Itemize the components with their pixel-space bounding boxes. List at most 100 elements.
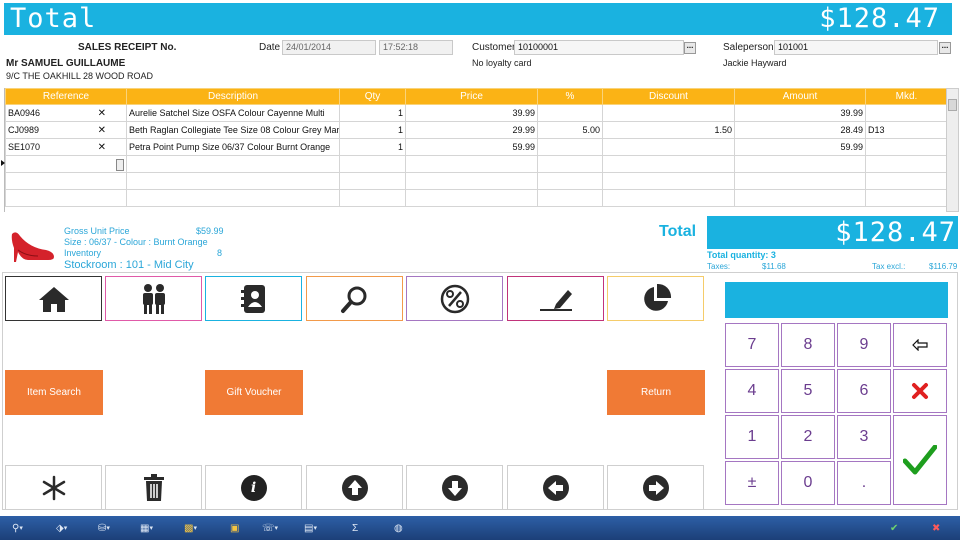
reports-button[interactable] <box>607 276 704 321</box>
key-decimal[interactable]: . <box>837 461 891 505</box>
empty-cell <box>865 189 948 207</box>
table-row[interactable]: CJ0989 ✕ Beth Raglan Collegiate Tee Size … <box>5 121 948 139</box>
salesperson-field[interactable]: 101001 <box>774 40 938 55</box>
key-0[interactable]: 0 <box>781 461 835 505</box>
edit-button[interactable] <box>507 276 604 321</box>
move-left-button[interactable] <box>507 465 604 510</box>
cell-discount[interactable] <box>602 138 735 156</box>
table-row-new[interactable] <box>5 155 948 173</box>
key-1[interactable]: 1 <box>725 415 779 459</box>
search-icon <box>340 286 366 313</box>
green-check-icon <box>903 445 937 475</box>
col-price[interactable]: Price <box>405 88 538 105</box>
col-reference[interactable]: Reference <box>5 88 127 105</box>
address-book-button[interactable] <box>205 276 302 321</box>
clear-key[interactable] <box>893 369 947 413</box>
key-3[interactable]: 3 <box>837 415 891 459</box>
col-description[interactable]: Description <box>126 88 340 105</box>
validate-tool-button[interactable]: ✔ <box>890 522 898 534</box>
key-5[interactable]: 5 <box>781 369 835 413</box>
search-button[interactable] <box>306 276 403 321</box>
cell-percent[interactable] <box>537 138 603 156</box>
cell-percent[interactable] <box>537 104 603 122</box>
col-amount[interactable]: Amount <box>734 88 866 105</box>
percent-icon <box>440 284 469 313</box>
cell-discount[interactable] <box>602 104 735 122</box>
col-percent[interactable]: % <box>537 88 603 105</box>
reference-lookup-button[interactable] <box>116 159 124 171</box>
cell-qty[interactable]: 1 <box>339 138 406 156</box>
cell-mkd <box>865 104 948 122</box>
phone-icon: ☏ <box>262 522 275 534</box>
col-qty[interactable]: Qty <box>339 88 406 105</box>
line-items-grid[interactable]: Reference Description Qty Price % Discou… <box>4 88 948 212</box>
cell-discount[interactable]: 1.50 <box>602 121 735 139</box>
shoe-product-image <box>11 232 54 262</box>
col-discount[interactable]: Discount <box>602 88 735 105</box>
asterisk-button[interactable] <box>5 465 102 510</box>
salesperson-label: Saleperson <box>723 42 774 53</box>
empty-cell <box>537 155 603 173</box>
time-field[interactable]: 17:52:18 <box>379 40 453 55</box>
move-up-button[interactable] <box>306 465 403 510</box>
return-button[interactable]: Return <box>607 370 705 415</box>
dropdown-arrow-icon: ▾ <box>274 525 279 532</box>
cell-qty[interactable]: 1 <box>339 121 406 139</box>
move-down-button[interactable] <box>406 465 503 510</box>
cell-qty[interactable]: 1 <box>339 104 406 122</box>
new-reference-cell[interactable] <box>5 155 127 173</box>
stockroom-text: Stockroom : 101 - Mid City <box>64 259 194 271</box>
cell-reference: BA0946 ✕ <box>5 104 127 122</box>
key-9[interactable]: 9 <box>837 323 891 367</box>
cell-amount: 39.99 <box>734 104 866 122</box>
item-search-button[interactable]: Item Search <box>5 370 103 415</box>
key-6[interactable]: 6 <box>837 369 891 413</box>
delete-button[interactable] <box>105 465 202 510</box>
date-label: Date <box>259 42 281 53</box>
customer-lookup-button[interactable]: ... <box>684 42 696 54</box>
sum-tool-button[interactable]: Σ <box>352 522 358 534</box>
key-2[interactable]: 2 <box>781 415 835 459</box>
cell-percent[interactable]: 5.00 <box>537 121 603 139</box>
backspace-key[interactable] <box>893 323 947 367</box>
discount-button[interactable] <box>406 276 503 321</box>
coins-tool-button[interactable]: ⛁ ▾ <box>98 522 110 534</box>
empty-cell <box>5 189 127 207</box>
table-row[interactable]: BA0946 ✕ Aurelie Satchel Size OSFA Colour… <box>5 104 948 122</box>
gift-tool-button[interactable]: ▣ <box>230 522 239 534</box>
remove-line-icon[interactable]: ✕ <box>98 108 106 119</box>
search-tool-button[interactable]: ⚲ ▾ <box>12 522 23 534</box>
gift-voucher-button[interactable]: Gift Voucher <box>205 370 303 415</box>
col-mkd[interactable]: Mkd. <box>865 88 948 105</box>
register-tool-button[interactable]: ▤ ▾ <box>304 522 317 534</box>
key-7[interactable]: 7 <box>725 323 779 367</box>
home-button[interactable] <box>5 276 102 321</box>
remove-line-icon[interactable]: ✕ <box>98 125 106 136</box>
key-4[interactable]: 4 <box>725 369 779 413</box>
key-8[interactable]: 8 <box>781 323 835 367</box>
date-field[interactable]: 24/01/2014 <box>282 40 376 55</box>
globe-tool-button[interactable]: ◍ <box>394 522 403 534</box>
salesperson-lookup-button[interactable]: ... <box>939 42 951 54</box>
info-button[interactable]: i <box>205 465 302 510</box>
colored-grid-icon: ▩ <box>184 522 194 534</box>
enter-key[interactable] <box>893 415 947 505</box>
cancel-tool-button[interactable]: ✖ <box>932 522 940 534</box>
remove-line-icon[interactable]: ✕ <box>98 142 106 153</box>
empty-cell <box>602 189 735 207</box>
keypad-display <box>725 282 948 318</box>
tag-tool-button[interactable]: ⬗ ▾ <box>56 522 67 534</box>
globe-icon: ◍ <box>394 522 403 534</box>
scrollbar-thumb[interactable] <box>948 99 957 111</box>
move-right-button[interactable] <box>607 465 704 510</box>
customer-field[interactable]: 10100001 <box>514 40 684 55</box>
key-plus-minus[interactable]: ± <box>725 461 779 505</box>
customers-button[interactable] <box>105 276 202 321</box>
cell-amount: 28.49 <box>734 121 866 139</box>
grid-tool-button[interactable]: ▩ ▾ <box>184 522 197 534</box>
table-row[interactable]: SE1070 ✕ Petra Point Pump Size 06/37 Colo… <box>5 138 948 156</box>
grid-scrollbar[interactable] <box>946 88 959 212</box>
pie-chart-icon <box>643 283 671 311</box>
phone-tool-button[interactable]: ☏ ▾ <box>262 522 278 534</box>
calendar-tool-button[interactable]: ▦ ▾ <box>140 522 153 534</box>
